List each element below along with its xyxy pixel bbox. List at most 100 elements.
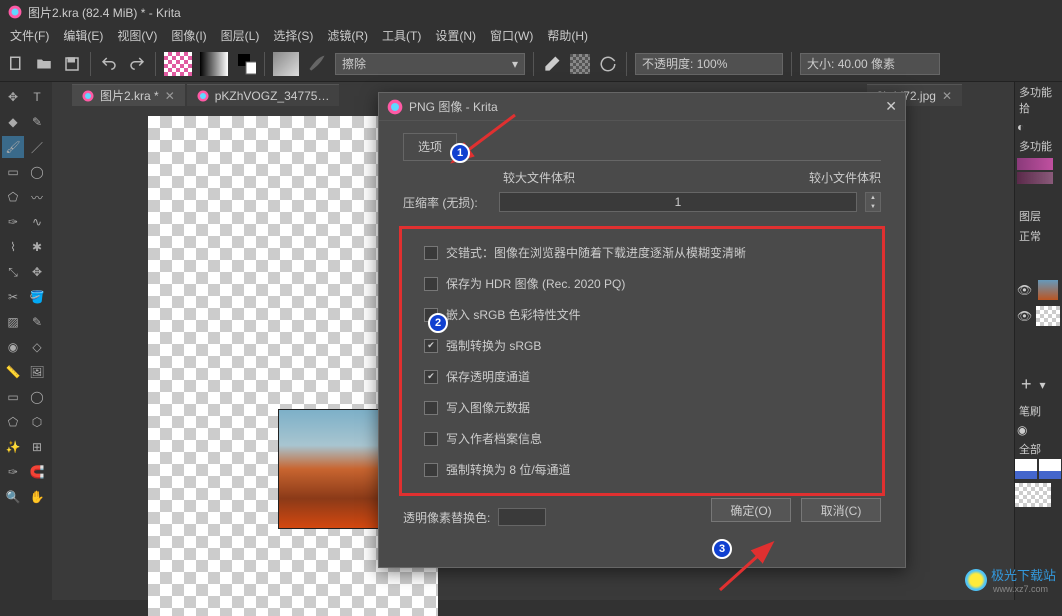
crop-tool-icon[interactable]: ✂ bbox=[2, 286, 24, 308]
menu-layer[interactable]: 图层(L) bbox=[215, 24, 266, 47]
checkbox[interactable] bbox=[424, 401, 438, 415]
menu-image[interactable]: 图像(I) bbox=[165, 24, 212, 47]
checkbox-row[interactable]: 强制转换为 sRGB bbox=[412, 330, 872, 361]
close-icon[interactable]: ✕ bbox=[942, 89, 952, 103]
add-layer-icon[interactable]: + bbox=[1017, 370, 1036, 399]
color-strip[interactable] bbox=[1017, 172, 1053, 184]
close-icon[interactable]: ✕ bbox=[885, 98, 897, 115]
checkbox-row[interactable]: 保存为 HDR 图像 (Rec. 2020 PQ) bbox=[412, 268, 872, 299]
move-layer-icon[interactable]: ✥ bbox=[26, 261, 48, 283]
reload-preset-icon[interactable] bbox=[598, 54, 618, 74]
move-tool-icon[interactable]: ✥ bbox=[2, 86, 24, 108]
pattern-picker-icon[interactable] bbox=[164, 52, 192, 76]
reference-image-icon[interactable]: 🖼 bbox=[26, 361, 48, 383]
docker-label-multi[interactable]: 多功能拾 bbox=[1015, 82, 1062, 118]
color-swap-icon[interactable] bbox=[236, 54, 256, 74]
checkbox[interactable] bbox=[424, 339, 438, 353]
calligraphy-icon[interactable]: ✎ bbox=[26, 111, 48, 133]
checkbox[interactable] bbox=[424, 246, 438, 260]
checkbox-row[interactable]: 强制转换为 8 位/每通道 bbox=[412, 454, 872, 485]
text-tool-icon[interactable]: T bbox=[26, 86, 48, 108]
cancel-button[interactable]: 取消(C) bbox=[801, 498, 881, 522]
eraser-icon[interactable] bbox=[542, 54, 562, 74]
layer-thumb[interactable] bbox=[1036, 306, 1060, 326]
checkbox-row[interactable]: 保存透明度通道 bbox=[412, 361, 872, 392]
checkbox-row[interactable]: 写入图像元数据 bbox=[412, 392, 872, 423]
brush-preset-thumb[interactable] bbox=[1015, 483, 1051, 507]
pan-tool-icon[interactable]: ✋ bbox=[26, 486, 48, 508]
menu-window[interactable]: 窗口(W) bbox=[484, 24, 539, 47]
new-doc-icon[interactable] bbox=[6, 54, 26, 74]
visibility-eye-icon[interactable]: 👁 bbox=[1017, 309, 1032, 323]
zoom-tool-icon[interactable]: 🔍 bbox=[2, 486, 24, 508]
poly-select-icon[interactable]: ⬡ bbox=[26, 411, 48, 433]
brush-preset-thumb[interactable] bbox=[1039, 459, 1061, 479]
tab-doc-2[interactable]: pKZhVOGZ_34775… bbox=[187, 84, 340, 106]
preset-all[interactable]: 全部 bbox=[1015, 439, 1062, 459]
checkbox[interactable] bbox=[424, 370, 438, 384]
dynamic-brush-icon[interactable]: ⌇ bbox=[2, 236, 24, 258]
blend-mode[interactable]: 正常 bbox=[1015, 226, 1062, 246]
brush-preset-thumb[interactable] bbox=[1015, 459, 1037, 479]
ellipse-select-icon[interactable]: ◯ bbox=[26, 386, 48, 408]
freehand-path-icon[interactable]: ∿ bbox=[26, 211, 48, 233]
menu-file[interactable]: 文件(F) bbox=[4, 24, 55, 47]
brush-tool-icon[interactable]: 🖌 bbox=[2, 136, 24, 158]
smart-patch-icon[interactable]: ◉ bbox=[2, 336, 24, 358]
size-field[interactable]: 大小: 40.00 像素 bbox=[800, 53, 940, 75]
similar-select-icon[interactable]: ⊞ bbox=[26, 436, 48, 458]
ellipse-tool-icon[interactable]: ◯ bbox=[26, 161, 48, 183]
measure-tool-icon[interactable]: 📏 bbox=[2, 361, 24, 383]
transform-tool-icon[interactable]: ⤡ bbox=[2, 261, 24, 283]
save-icon[interactable] bbox=[62, 54, 82, 74]
bezier-tool-icon[interactable]: ✑ bbox=[2, 211, 24, 233]
open-icon[interactable] bbox=[34, 54, 54, 74]
checkbox-row[interactable]: 嵌入 sRGB 色彩特性文件 bbox=[412, 299, 872, 330]
layer-tab[interactable]: 图层 bbox=[1015, 206, 1062, 226]
redo-icon[interactable] bbox=[127, 54, 147, 74]
tab-doc-1[interactable]: 图片2.kra * ✕ bbox=[72, 84, 185, 106]
blend-mode-dropdown[interactable]: 擦除 ▾ bbox=[335, 53, 525, 75]
opacity-field[interactable]: 不透明度: 100% bbox=[635, 53, 783, 75]
bezier-select-icon[interactable]: ✑ bbox=[2, 461, 24, 483]
checkbox[interactable] bbox=[424, 432, 438, 446]
gradient-tool-icon[interactable]: ▨ bbox=[2, 311, 24, 333]
layer-thumb[interactable] bbox=[1038, 280, 1058, 300]
color-strip[interactable] bbox=[1017, 158, 1053, 170]
brush-preview-icon[interactable] bbox=[273, 52, 299, 76]
docker-label-multi2[interactable]: 多功能 bbox=[1015, 136, 1062, 156]
magnetic-select-icon[interactable]: 🧲 bbox=[26, 461, 48, 483]
ok-button[interactable]: 确定(O) bbox=[711, 498, 791, 522]
assistant-tool-icon[interactable]: ◇ bbox=[26, 336, 48, 358]
tag-icon-circle[interactable]: ◉ bbox=[1017, 423, 1027, 437]
rect-select-icon[interactable]: ▭ bbox=[2, 386, 24, 408]
compression-slider[interactable]: 1 bbox=[499, 192, 857, 212]
checkbox-row[interactable]: 写入作者档案信息 bbox=[412, 423, 872, 454]
color-wheel-icon[interactable]: ◐ bbox=[1017, 120, 1024, 134]
polygon-tool-icon[interactable]: ⬠ bbox=[2, 186, 24, 208]
rect-tool-icon[interactable]: ▭ bbox=[2, 161, 24, 183]
menu-edit[interactable]: 编辑(E) bbox=[57, 24, 109, 47]
checkbox[interactable] bbox=[424, 463, 438, 477]
multibrush-icon[interactable]: ✱ bbox=[26, 236, 48, 258]
contig-select-icon[interactable]: ✨ bbox=[2, 436, 24, 458]
visibility-eye-icon[interactable]: 👁 bbox=[1017, 283, 1032, 297]
gradient-picker-icon[interactable] bbox=[200, 52, 228, 76]
spinner[interactable]: ▲▼ bbox=[865, 192, 881, 212]
menu-view[interactable]: 视图(V) bbox=[111, 24, 163, 47]
alpha-lock-icon[interactable] bbox=[570, 54, 590, 74]
fill-tool-icon[interactable]: 🪣 bbox=[26, 286, 48, 308]
color-picker-icon[interactable]: ✎ bbox=[26, 311, 48, 333]
polyline-tool-icon[interactable]: 〰 bbox=[26, 186, 48, 208]
menu-filter[interactable]: 滤镜(R) bbox=[321, 24, 374, 47]
transparent-color-swatch[interactable] bbox=[498, 508, 546, 526]
close-icon[interactable]: ✕ bbox=[165, 89, 175, 103]
menu-select[interactable]: 选择(S) bbox=[267, 24, 319, 47]
menu-settings[interactable]: 设置(N) bbox=[429, 24, 482, 47]
brush-presets-tab[interactable]: 笔刷 bbox=[1015, 401, 1062, 421]
menu-help[interactable]: 帮助(H) bbox=[541, 24, 594, 47]
freehand-select-icon[interactable]: ⬠ bbox=[2, 411, 24, 433]
checkbox[interactable] bbox=[424, 277, 438, 291]
menu-tools[interactable]: 工具(T) bbox=[376, 24, 427, 47]
line-tool-icon[interactable]: ／ bbox=[26, 136, 48, 158]
